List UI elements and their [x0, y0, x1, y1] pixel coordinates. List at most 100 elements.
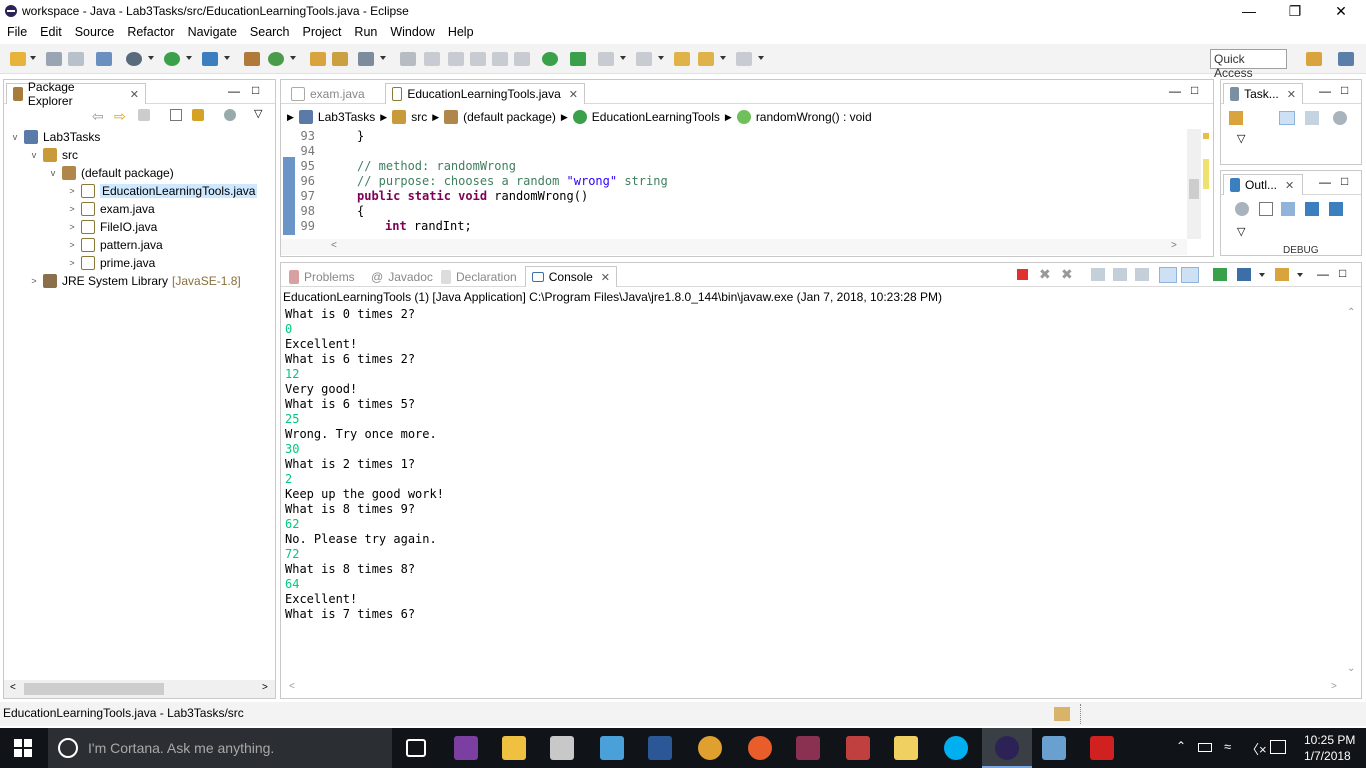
maximize-view-icon[interactable]: □ — [1341, 174, 1348, 188]
tab-outline[interactable]: Outl... ✕ — [1223, 174, 1303, 195]
show-on-stdout-icon[interactable] — [1159, 267, 1177, 283]
minimize-view-icon[interactable]: — — [1319, 84, 1331, 98]
minimize-view-icon[interactable]: — — [1169, 84, 1181, 98]
tab-javadoc[interactable]: @ Javadoc — [365, 266, 435, 287]
view-menu-icon[interactable]: ▽ — [1237, 225, 1245, 238]
sticky-notes-icon[interactable] — [894, 736, 918, 760]
show-on-stderr-icon[interactable] — [1181, 267, 1199, 283]
menu-search[interactable]: Search — [243, 25, 296, 39]
maximize-view-icon[interactable]: □ — [1339, 266, 1346, 280]
next-edit-icon[interactable] — [598, 52, 614, 66]
display-console-icon[interactable] — [1237, 268, 1251, 281]
breadcrumb-project[interactable]: Lab3Tasks — [318, 110, 375, 124]
breadcrumb-method[interactable]: randomWrong() : void — [756, 110, 872, 124]
chevron-down-icon[interactable] — [620, 56, 626, 60]
sort-icon[interactable] — [1281, 202, 1295, 216]
breadcrumb-class[interactable]: EducationLearningTools — [592, 110, 720, 124]
breadcrumb-package[interactable]: (default package) — [463, 110, 556, 124]
speaker-muted-icon[interactable]: 〈× — [1246, 739, 1267, 758]
scrollbar-thumb[interactable] — [1189, 179, 1199, 199]
clock-date[interactable]: 1/7/2018 — [1304, 749, 1351, 763]
scroll-left-icon[interactable]: < — [10, 682, 16, 693]
menu-navigate[interactable]: Navigate — [181, 25, 243, 39]
file-explorer-icon[interactable] — [502, 736, 526, 760]
quick-access-input[interactable]: Quick Access — [1210, 49, 1287, 80]
previous-edit-icon[interactable] — [636, 52, 652, 66]
tree-folder-src[interactable]: v src — [29, 146, 78, 164]
annotation-icon[interactable] — [400, 52, 416, 66]
filter-icon[interactable] — [1333, 111, 1347, 125]
task-view-icon[interactable] — [406, 739, 426, 757]
notification-icon[interactable] — [1270, 740, 1286, 754]
tree-file-prime[interactable]: > prime.java — [67, 254, 155, 272]
menu-file[interactable]: File — [0, 25, 33, 39]
view-menu-icon[interactable]: ▽ — [1237, 132, 1245, 145]
search-icon[interactable] — [358, 52, 374, 66]
forward-arrow-icon[interactable]: ⇨ — [114, 108, 126, 125]
menu-refactor[interactable]: Refactor — [120, 25, 180, 39]
remove-launch-icon[interactable]: ✖ — [1039, 266, 1051, 283]
chevron-down-icon[interactable] — [758, 56, 764, 60]
scheduled-icon[interactable] — [1305, 111, 1319, 125]
scroll-up-icon[interactable]: ⌃ — [1347, 307, 1355, 318]
battery-icon[interactable] — [1198, 743, 1212, 752]
save-icon[interactable] — [46, 52, 62, 66]
new-java-class-icon[interactable] — [268, 52, 284, 66]
maximize-view-icon[interactable]: □ — [1191, 83, 1198, 97]
chevron-down-icon[interactable] — [148, 56, 154, 60]
tab-declaration[interactable]: Declaration — [435, 266, 525, 287]
photos-icon[interactable] — [1042, 736, 1066, 760]
menu-source[interactable]: Source — [68, 25, 121, 39]
code-area[interactable]: 93} 94 95// method: randomWrong 96// pur… — [281, 129, 1187, 239]
tree-file-fileio[interactable]: > FileIO.java — [67, 218, 157, 236]
forward-icon[interactable] — [736, 52, 752, 66]
close-icon[interactable]: ✕ — [1287, 88, 1296, 101]
scroll-left-icon[interactable]: < — [289, 681, 295, 692]
outline-debug-item[interactable]: DEBUG — [1283, 245, 1319, 256]
scroll-left-icon[interactable]: < — [331, 240, 337, 251]
new-task-icon[interactable] — [1229, 111, 1243, 125]
menu-run[interactable]: Run — [347, 25, 383, 39]
collapse-all-icon[interactable] — [170, 109, 182, 121]
chevron-down-icon[interactable] — [1297, 273, 1303, 277]
chevron-up-icon[interactable]: ⌃ — [1176, 739, 1186, 753]
open-type-icon[interactable] — [310, 52, 326, 66]
menu-edit[interactable]: Edit — [33, 25, 68, 39]
last-edit-icon[interactable] — [674, 52, 690, 66]
java-perspective-icon[interactable] — [1338, 52, 1354, 66]
console-vertical-scrollbar[interactable]: ⌃ ⌄ — [1343, 307, 1359, 679]
horizontal-scrollbar[interactable]: < > — [4, 680, 275, 698]
tab-console[interactable]: Console ✕ — [525, 266, 617, 287]
block-selection-icon[interactable] — [470, 52, 486, 66]
save-all-icon[interactable] — [68, 52, 84, 66]
firefox-icon[interactable] — [748, 736, 772, 760]
open-console-icon[interactable] — [1275, 268, 1289, 281]
chevron-down-icon[interactable] — [186, 56, 192, 60]
chevron-down-icon[interactable] — [1259, 273, 1265, 277]
minimize-view-icon[interactable]: — — [228, 84, 240, 98]
link-with-editor-icon[interactable] — [192, 109, 204, 121]
pen-icon[interactable] — [424, 52, 440, 66]
remove-all-terminated-icon[interactable]: ✖ — [1061, 266, 1073, 283]
breadcrumb-src[interactable]: src — [411, 110, 427, 124]
clock-time[interactable]: 10:25 PM — [1304, 733, 1355, 747]
back-icon[interactable] — [698, 52, 714, 66]
word-wrap-icon[interactable] — [492, 52, 508, 66]
external-tools-icon[interactable] — [202, 52, 218, 66]
minimize-view-icon[interactable]: — — [1317, 267, 1329, 281]
close-icon[interactable]: ✕ — [569, 88, 578, 101]
clear-console-icon[interactable] — [1091, 268, 1105, 281]
scroll-down-icon[interactable]: ⌄ — [1347, 663, 1355, 674]
debug-icon[interactable] — [126, 52, 142, 66]
chevron-down-icon[interactable] — [290, 56, 296, 60]
console-horizontal-scrollbar[interactable]: < > — [281, 680, 1343, 696]
green-dot-icon[interactable] — [542, 52, 558, 66]
scroll-right-icon[interactable]: > — [1171, 240, 1177, 251]
windows-start-icon[interactable] — [14, 739, 32, 757]
editor-horizontal-scrollbar[interactable]: < > — [281, 239, 1187, 255]
coverage-icon[interactable] — [570, 52, 586, 66]
back-arrow-icon[interactable]: ⇦ — [92, 108, 104, 125]
tab-problems[interactable]: Problems — [283, 266, 363, 287]
scrollbar-thumb[interactable] — [24, 683, 164, 695]
tree-file-exam[interactable]: > exam.java — [67, 200, 155, 218]
